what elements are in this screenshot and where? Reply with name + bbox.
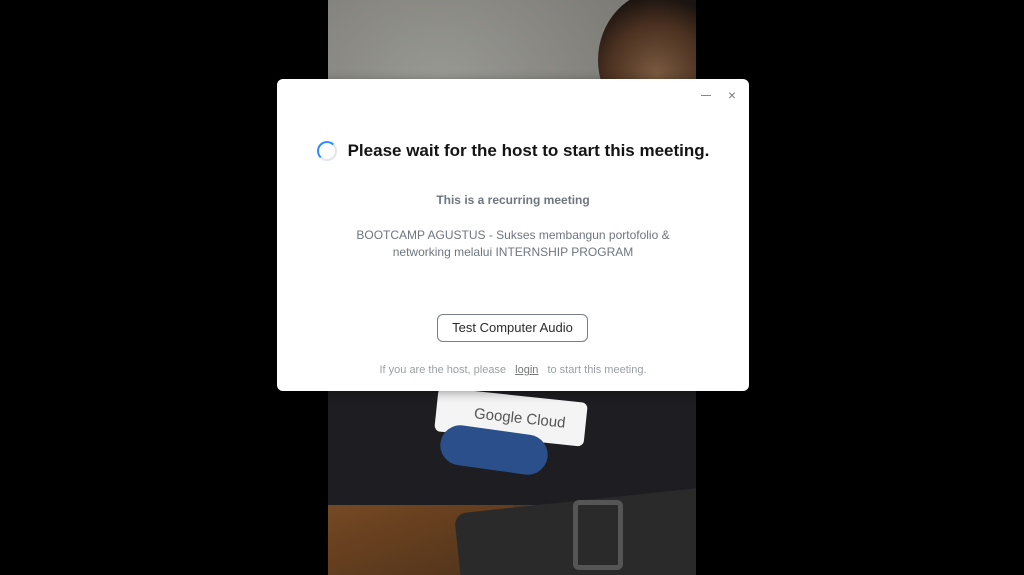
meeting-topic: BOOTCAMP AGUSTUS - Sukses membangun port…	[333, 227, 693, 261]
login-link[interactable]: login	[515, 364, 538, 376]
meeting-topic-line-2: networking melalui INTERNSHIP PROGRAM	[392, 245, 634, 259]
minimize-icon[interactable]	[698, 87, 714, 103]
host-login-hint: If you are the host, please login to sta…	[277, 364, 749, 376]
host-hint-prefix: If you are the host, please	[379, 364, 507, 376]
waiting-for-host-dialog: × Please wait for the host to start this…	[277, 79, 749, 391]
test-computer-audio-button[interactable]: Test Computer Audio	[437, 314, 588, 342]
dialog-title: Please wait for the host to start this m…	[347, 141, 710, 160]
dialog-header: Please wait for the host to start this m…	[277, 141, 749, 161]
recurring-meeting-label: This is a recurring meeting	[436, 193, 590, 207]
meeting-topic-line-1: BOOTCAMP AGUSTUS - Sukses membangun port…	[356, 228, 670, 242]
strap-buckle	[573, 500, 623, 570]
close-icon[interactable]: ×	[724, 87, 740, 103]
loading-spinner-icon	[316, 141, 337, 161]
meeting-window: Google Cloud × Please wait for the host …	[0, 0, 1024, 575]
host-hint-suffix: to start this meeting.	[547, 364, 647, 376]
